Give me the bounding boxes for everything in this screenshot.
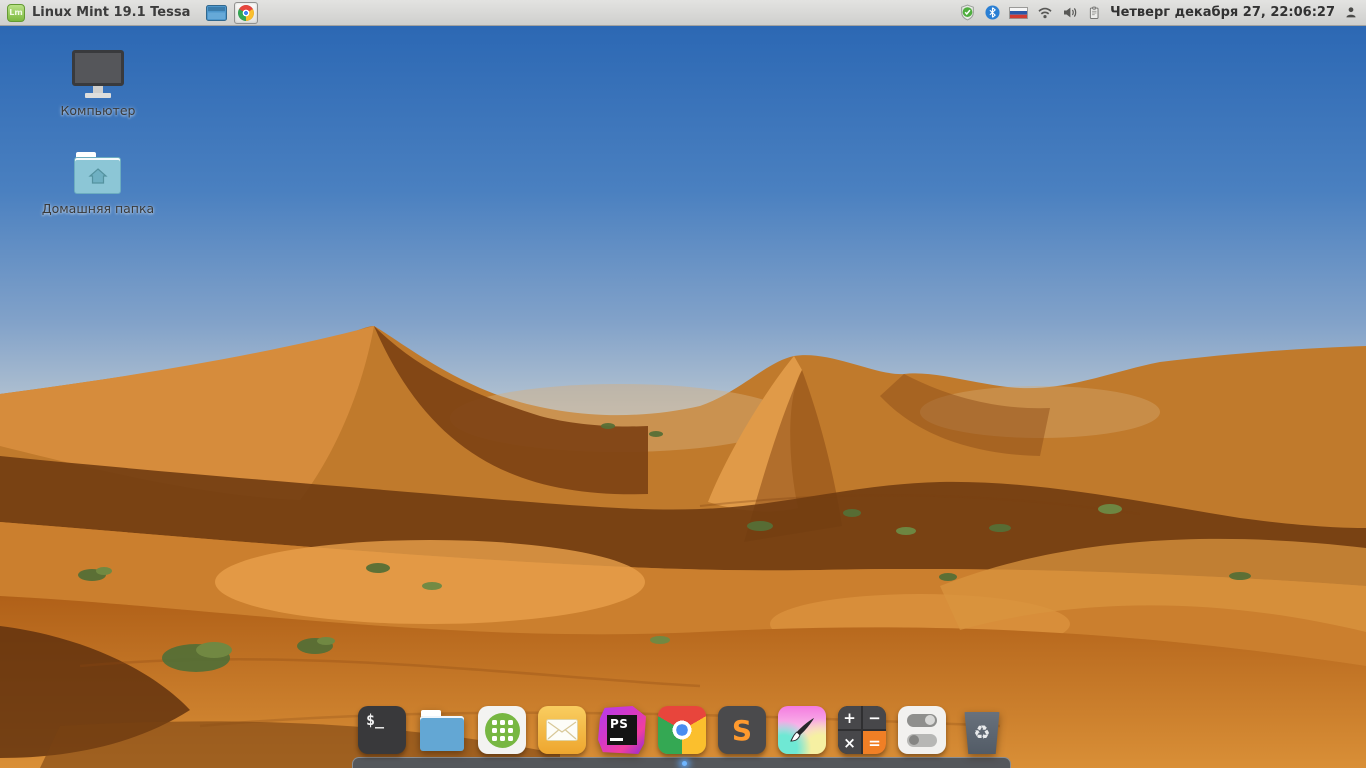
toggles-icon — [898, 706, 946, 754]
dock-item-file-manager[interactable] — [418, 706, 466, 754]
calculator-icon: + − × = — [838, 706, 886, 754]
keyboard-layout-flag-ru-icon[interactable] — [1009, 7, 1028, 19]
desktop-icon-label: Домашняя папка — [42, 201, 154, 216]
dock-item-google-chrome[interactable] — [658, 706, 706, 754]
desktop-icon-label: Компьютер — [61, 103, 136, 118]
app-grid-icon — [478, 706, 526, 754]
dock-item-app-grid[interactable] — [478, 706, 526, 754]
taskbar-chrome-window-button[interactable] — [234, 2, 258, 24]
home-glyph — [88, 167, 108, 185]
system-reports-icon[interactable] — [1087, 5, 1101, 21]
chrome-icon — [238, 5, 254, 21]
taskbar-files-window-button[interactable] — [204, 2, 228, 24]
recycle-glyph: ♻ — [973, 724, 990, 743]
bluetooth-icon[interactable] — [985, 5, 1000, 20]
folder-icon — [418, 706, 466, 754]
dock-item-trash[interactable]: ♻ — [958, 706, 1006, 754]
trash-icon: ♻ — [958, 706, 1006, 754]
dock-item-calculator[interactable]: + − × = — [838, 706, 886, 754]
sublime-text-icon: S — [718, 706, 766, 754]
wallpaper-desert — [0, 26, 1366, 768]
mail-envelope-icon — [538, 706, 586, 754]
dock: $_ PS — [358, 706, 1006, 754]
dock-item-toggles-settings[interactable] — [898, 706, 946, 754]
user-applet-icon[interactable] — [1344, 5, 1358, 20]
desktop-screen: Lm Linux Mint 19.1 Tessa — [0, 0, 1366, 768]
panel-clock[interactable]: Четверг декабря 27, 22:06:27 — [1110, 5, 1335, 20]
mint-menu-icon[interactable]: Lm — [7, 4, 25, 22]
panel-title: Linux Mint 19.1 Tessa — [32, 5, 190, 20]
phpstorm-icon: PS — [598, 706, 646, 754]
dock-item-mail[interactable] — [538, 706, 586, 754]
computer-monitor-icon — [72, 50, 124, 98]
blue-window-icon — [206, 5, 227, 21]
desktop-icon-computer[interactable]: Компьютер — [33, 50, 163, 118]
dock-background-strip — [352, 757, 1011, 768]
volume-icon[interactable] — [1062, 5, 1078, 20]
home-folder-icon — [73, 150, 123, 196]
desktop-icon-home-folder[interactable]: Домашняя папка — [33, 150, 163, 216]
panel-left-zone: Lm Linux Mint 19.1 Tessa — [0, 2, 264, 24]
chrome-icon — [658, 706, 706, 754]
dock-item-terminal[interactable]: $_ — [358, 706, 406, 754]
wifi-icon[interactable] — [1037, 5, 1053, 20]
dock-item-sublime-text[interactable]: S — [718, 706, 766, 754]
dock-item-paint[interactable] — [778, 706, 826, 754]
chrome-running-indicator — [682, 761, 687, 766]
terminal-icon: $_ — [358, 706, 406, 754]
top-panel: Lm Linux Mint 19.1 Tessa — [0, 0, 1366, 26]
dock-item-phpstorm[interactable]: PS — [598, 706, 646, 754]
panel-tray-zone: Четверг декабря 27, 22:06:27 — [959, 4, 1366, 21]
update-manager-shield-icon[interactable] — [959, 4, 976, 21]
paint-brush-icon — [778, 706, 826, 754]
